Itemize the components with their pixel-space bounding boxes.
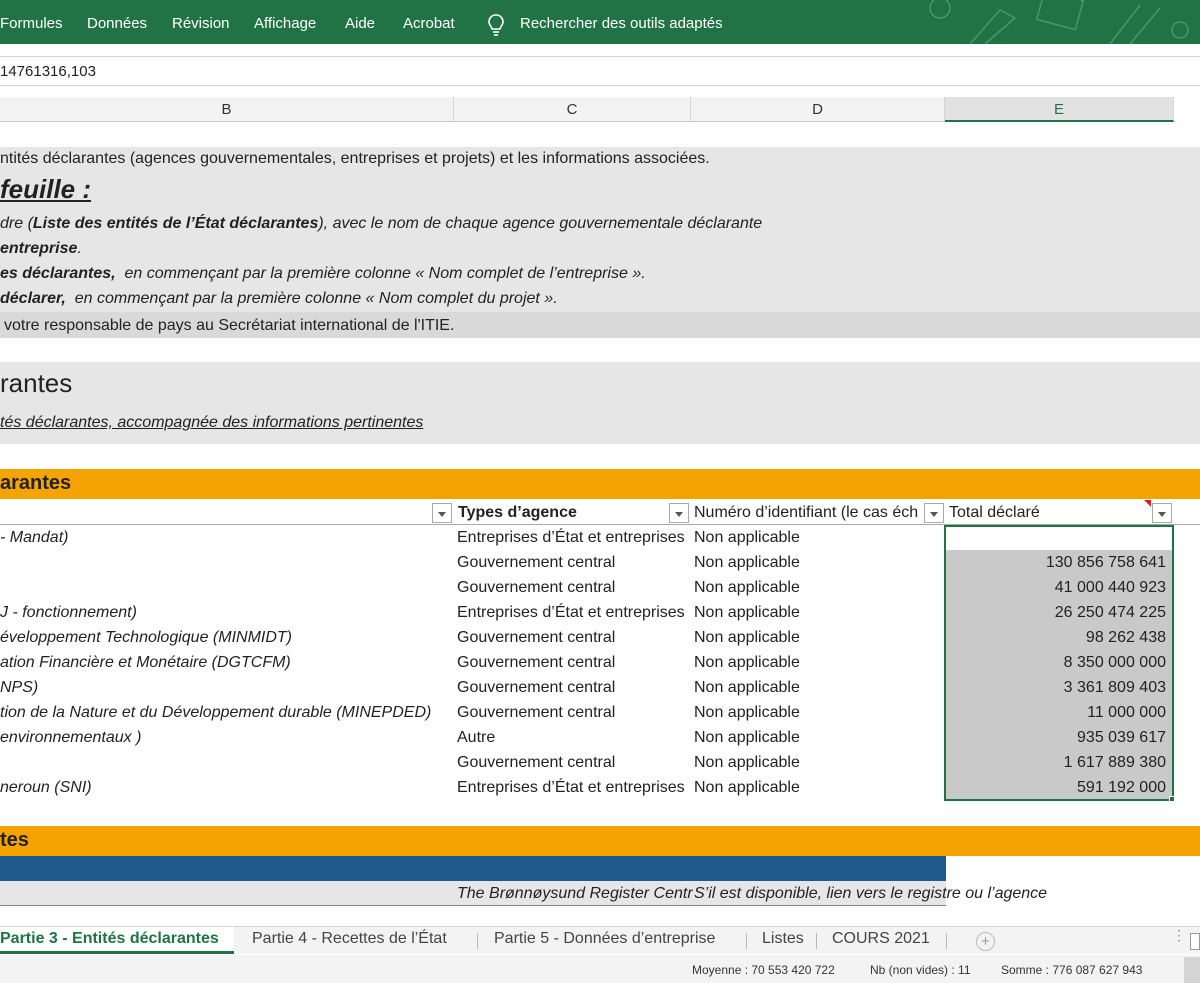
menu-acrobat[interactable]: Acrobat (403, 0, 455, 44)
header-numero: Numéro d’identifiant (le cas éch (694, 504, 919, 521)
cell-name[interactable]: tion de la Nature et du Développement du… (0, 700, 453, 725)
filter-dropdown-d[interactable] (924, 503, 944, 523)
section-subtitle: tés déclarantes, accompagnée des informa… (0, 414, 424, 431)
header-types: Types d’agence (458, 504, 577, 521)
cell-id[interactable]: Non applicable (694, 725, 944, 750)
fill-handle[interactable] (1169, 796, 1175, 802)
cell-id[interactable]: Non applicable (694, 750, 944, 775)
cell-id[interactable]: Non applicable (694, 525, 944, 550)
sheet-tabs: Partie 3 - Entités déclarantes Partie 4 … (0, 926, 1200, 954)
cell-name[interactable]: ation Financière et Monétaire (DGTCFM) (0, 650, 453, 675)
tab-partie-4[interactable]: Partie 4 - Recettes de l’État (252, 927, 447, 954)
cell-id[interactable]: Non applicable (694, 575, 944, 600)
gold-header-2-title: tes (0, 829, 29, 851)
menu-donnees[interactable]: Données (87, 0, 147, 44)
status-somme: Somme : 776 087 627 943 (1001, 963, 1143, 977)
tab-cours-2021[interactable]: COURS 2021 (832, 927, 930, 954)
status-bar: Moyenne : 70 553 420 722 Nb (non vides) … (0, 955, 1200, 983)
cell-type[interactable]: Entreprises d’État et entreprises (457, 775, 690, 800)
lower-row-register: The Brønnøysund Register Centre (457, 885, 693, 902)
cell-name[interactable] (0, 750, 453, 775)
instructions-line-6: votre responsable de pays au Secrétariat… (4, 317, 455, 334)
column-header-e[interactable]: E (945, 97, 1174, 122)
filter-dropdown-e[interactable] (1152, 503, 1172, 523)
column-header-c[interactable]: C (454, 97, 691, 122)
status-nb: Nb (non vides) : 11 (870, 963, 971, 977)
lightbulb-icon[interactable] (486, 13, 506, 37)
instructions-line-1: ntités déclarantes (agences gouvernement… (0, 150, 710, 167)
tab-partie-5[interactable]: Partie 5 - Données d’entreprise (494, 927, 715, 954)
cell-id[interactable]: Non applicable (694, 625, 944, 650)
cell-id[interactable]: Non applicable (694, 600, 944, 625)
gold-header-2 (0, 826, 1200, 856)
status-moyenne: Moyenne : 70 553 420 722 (692, 963, 835, 977)
search-tools[interactable]: Rechercher des outils adaptés (520, 0, 723, 44)
cell-name[interactable] (0, 550, 453, 575)
tab-listes[interactable]: Listes (762, 927, 804, 954)
menu-revision[interactable]: Révision (172, 0, 230, 44)
instructions-line-3: entreprise. (0, 240, 82, 257)
cell-type[interactable]: Gouvernement central (457, 625, 690, 650)
formula-bar[interactable]: 14761316,103 (0, 56, 1200, 86)
cell-type[interactable]: Gouvernement central (457, 700, 690, 725)
tab-separator (816, 933, 817, 949)
cell-name[interactable]: J - fonctionnement) (0, 600, 453, 625)
selection-range (944, 525, 1174, 801)
cell-type[interactable]: Gouvernement central (457, 675, 690, 700)
cell-id[interactable]: Non applicable (694, 700, 944, 725)
tab-separator (477, 933, 478, 949)
column-header-d[interactable]: D (691, 97, 945, 122)
header-total: Total déclaré (949, 504, 1040, 521)
instructions-line-5: déclarer, en commençant par la première … (0, 290, 558, 307)
cell-id[interactable]: Non applicable (694, 675, 944, 700)
cell-type[interactable]: Entreprises d’État et entreprises (457, 525, 690, 550)
tab-separator (946, 933, 947, 949)
formula-value: 14761316,103 (0, 63, 96, 80)
add-sheet-icon[interactable]: + (976, 932, 995, 951)
filter-dropdown-b[interactable] (432, 503, 452, 523)
cell-id[interactable]: Non applicable (694, 550, 944, 575)
cell-type[interactable]: Gouvernement central (457, 575, 690, 600)
scroll-left-icon[interactable] (1190, 933, 1200, 950)
tab-separator (746, 933, 747, 949)
cell-type[interactable]: Gouvernement central (457, 550, 690, 575)
tab-options-icon[interactable]: ⋮ (1172, 928, 1186, 942)
lower-row-link: S’il est disponible, lien vers le regist… (694, 885, 1048, 902)
cell-type[interactable]: Gouvernement central (457, 750, 690, 775)
cell-name[interactable]: - Mandat) (0, 525, 453, 550)
instructions-line-4: es déclarantes, en commençant par la pre… (0, 265, 646, 282)
cell-name[interactable]: neroun (SNI) (0, 775, 453, 800)
instructions-heading: feuille : (0, 174, 92, 204)
cell-name[interactable]: environnementaux ) (0, 725, 453, 750)
tab-partie-3[interactable]: Partie 3 - Entités déclarantes (0, 927, 234, 954)
cell-id[interactable]: Non applicable (694, 775, 944, 800)
cell-name[interactable]: éveloppement Technologique (MINMIDT) (0, 625, 453, 650)
view-toggle[interactable] (1184, 957, 1200, 983)
instructions-line-2: dre (Liste des entités de l’État déclara… (0, 215, 763, 232)
section-title: rantes (0, 368, 73, 398)
menu-aide[interactable]: Aide (345, 0, 375, 44)
cell-name[interactable] (0, 575, 453, 600)
menu-affichage[interactable]: Affichage (254, 0, 316, 44)
cell-type[interactable]: Autre (457, 725, 690, 750)
gold-header-1-title: arantes (0, 472, 72, 494)
gold-header-1 (0, 469, 1200, 499)
column-header-b[interactable]: B (0, 97, 454, 122)
cell-type[interactable]: Entreprises d’État et entreprises (457, 600, 690, 625)
comment-indicator-icon (1144, 500, 1151, 507)
blue-header (0, 856, 946, 881)
filter-dropdown-c[interactable] (669, 503, 689, 523)
cell-type[interactable]: Gouvernement central (457, 650, 690, 675)
ribbon: Formules Données Révision Affichage Aide… (0, 0, 1200, 44)
ribbon-decoration (929, 0, 1189, 44)
menu-formules[interactable]: Formules (0, 0, 63, 44)
cell-name[interactable]: NPS) (0, 675, 453, 700)
cell-id[interactable]: Non applicable (694, 650, 944, 675)
